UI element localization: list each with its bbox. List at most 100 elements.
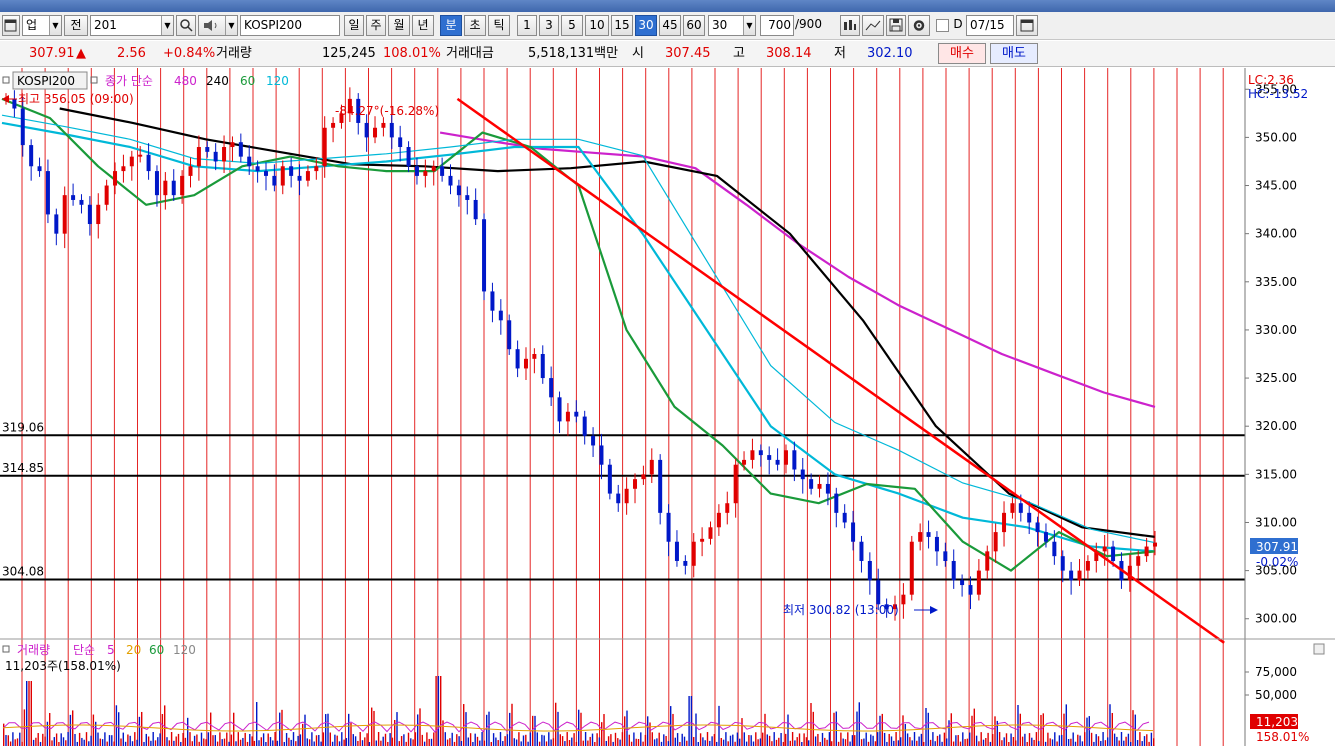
minute-select[interactable]: 30 ▼ [708,15,756,36]
volume-bar [387,741,389,746]
volume-bar [474,733,476,746]
minute-5-button[interactable]: 5 [561,15,583,36]
volume-tag-pct: 158.01% [1256,730,1309,744]
code-input[interactable]: 201 ▼ [90,15,174,36]
period-week-button[interactable]: 주 [366,15,386,36]
calendar-icon[interactable] [1016,15,1038,36]
volume-bar [106,741,108,746]
volume-bar [173,740,175,746]
trend-tool-icon[interactable] [862,15,884,36]
volume-bar [368,741,371,746]
volume-bar [808,740,810,746]
period-month-button[interactable]: 월 [388,15,410,36]
volume-bar [697,741,699,746]
buy-button[interactable]: 매수 [938,43,986,64]
sell-button[interactable]: 매도 [990,43,1038,64]
volume-bar [982,739,985,746]
volume-legend-ma-60: 60 [149,643,164,657]
volume-bar [913,732,916,746]
window-link-icon[interactable] [2,15,20,36]
volume-last-value: 11,203주(158.01%) [5,659,121,673]
volume-bar [175,736,177,746]
volume-bar [495,737,497,746]
prev-button[interactable]: 전 [64,15,88,36]
volume-bar [465,712,467,746]
candle-body [557,397,562,422]
volume-bar [141,711,143,746]
minute-15-button[interactable]: 15 [611,15,633,36]
panel-close-icon[interactable] [1313,643,1325,655]
bar-count-input[interactable]: 700 [760,15,794,36]
candle-body [658,459,663,513]
volume-bar [630,741,633,746]
period-day-button[interactable]: 일 [344,15,364,36]
price-volume-chart[interactable]: 319.06314.85304.08 355.00350.00345.00340… [0,68,1335,746]
volume-bar [598,737,601,746]
volume-bar [1100,740,1102,746]
volume-bar [1072,732,1074,746]
volume-bar [835,711,837,746]
volume-bar [198,741,200,746]
volume-bar [688,696,690,746]
volume-bar [925,707,927,746]
volume-legend-name: 거래량 [17,643,50,657]
volume-bar [511,703,513,746]
bar-type-icon[interactable] [840,15,860,36]
volume-bar [267,733,269,746]
candle-body [71,195,76,200]
volume-bar [812,711,814,746]
volume-bar [499,732,502,746]
volume-bar [858,702,860,746]
market-select[interactable]: 업 ▼ [22,15,62,36]
candle-body [515,349,520,369]
volume-bar [874,741,877,746]
minute-45-button[interactable]: 45 [659,15,681,36]
volume-bar [182,732,184,746]
candle-body [180,175,185,196]
period-tick-button[interactable]: 틱 [488,15,510,36]
volume-bar [1012,737,1015,746]
d-checkbox[interactable] [936,19,949,32]
save-icon[interactable] [886,15,906,36]
volume-bar [711,736,713,746]
minute-30-button[interactable]: 30 [635,15,657,36]
sound-icon[interactable]: ▼ [198,15,238,36]
candle-body [87,204,92,225]
symbol-name-field[interactable]: KOSPI200 [240,15,340,36]
legend-symbol-name: KOSPI200 [17,74,75,88]
volume-bar [796,737,798,746]
volume-bar [778,737,780,746]
candle-body [163,180,168,196]
volume-bar [483,740,486,746]
minute-60-button[interactable]: 60 [683,15,705,36]
date-input[interactable]: 07/15 [966,15,1014,36]
period-minute-button[interactable]: 분 [440,15,462,36]
volume-bar [440,676,442,746]
volume-bar [23,709,26,746]
period-second-button[interactable]: 초 [464,15,486,36]
volume-bar [775,739,778,746]
search-icon[interactable] [176,15,196,36]
volume-bar [435,676,437,746]
volume-bar [791,732,794,746]
volume-bar [5,734,7,746]
minute-1-button[interactable]: 1 [517,15,537,36]
candle-body [725,503,730,513]
volume-bar [375,740,377,746]
chevron-down-icon: ▼ [161,16,173,35]
period-year-button[interactable]: 년 [412,15,434,36]
volume-bar [674,737,676,746]
candle-body [742,459,747,465]
minute-10-button[interactable]: 10 [585,15,609,36]
volume-bar [794,740,796,746]
volume-bar [559,734,561,746]
volume-bar [334,734,336,746]
minute-3-button[interactable]: 3 [539,15,559,36]
legend-ma-120: 120 [266,74,289,88]
volume-bar [295,741,297,746]
volume-bar [881,713,883,746]
volume-bar [520,741,522,746]
candle-body [440,166,445,176]
gear-icon[interactable] [908,15,930,36]
candle-body [633,479,638,489]
